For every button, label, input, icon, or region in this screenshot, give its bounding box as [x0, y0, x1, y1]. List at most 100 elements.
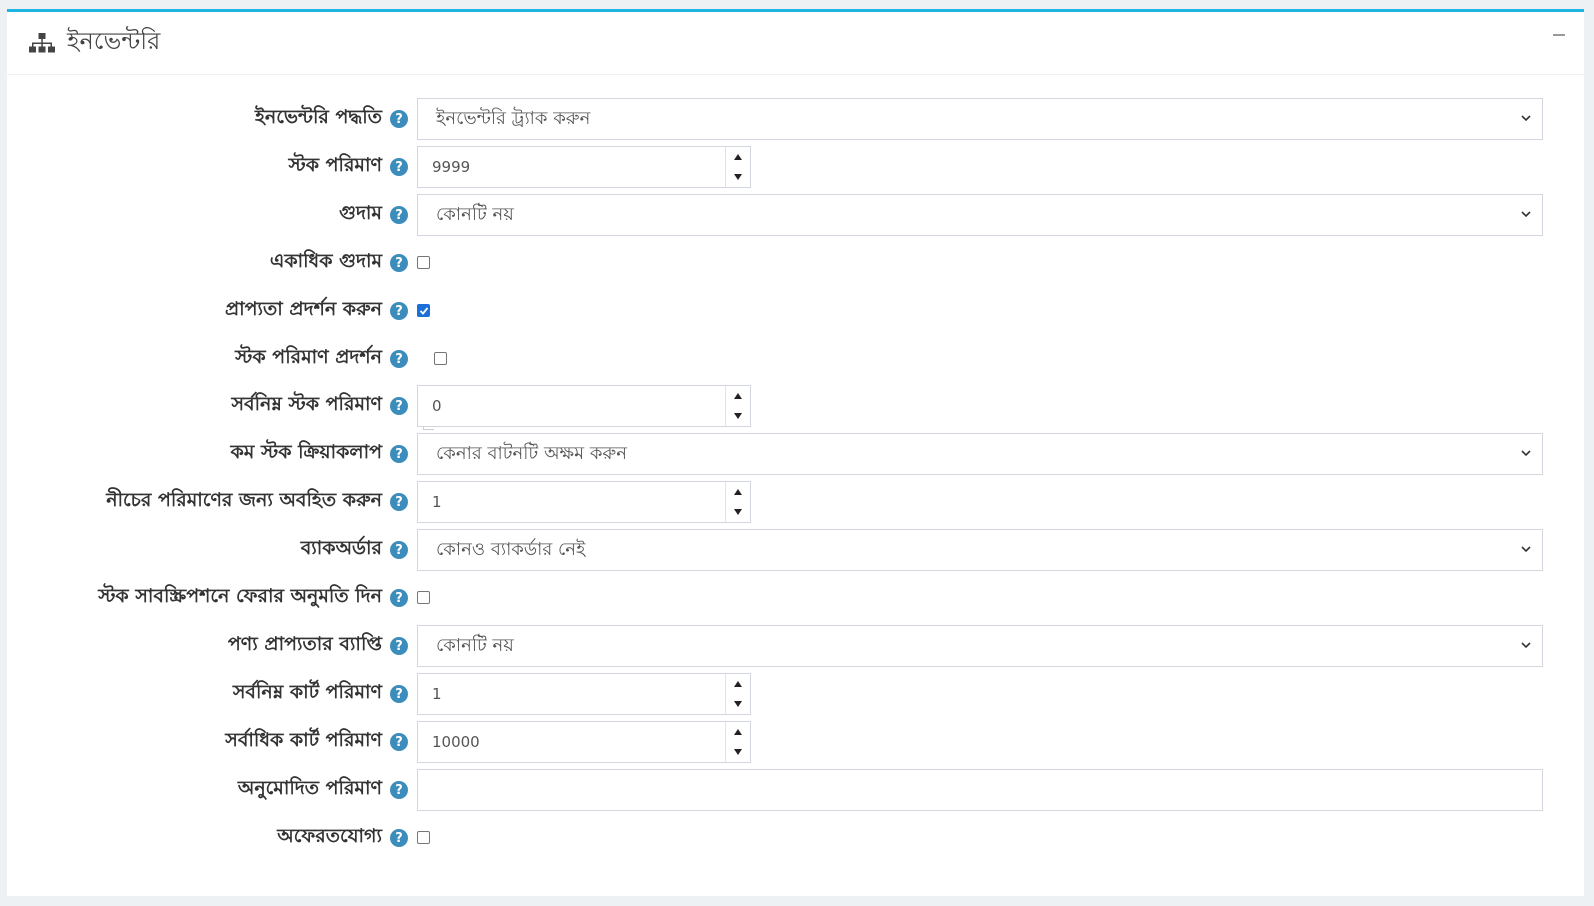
not-returnable-checkbox[interactable]	[417, 831, 430, 844]
help-icon[interactable]: ?	[390, 110, 408, 128]
checkmark-icon	[419, 307, 429, 315]
back-in-stock-subscriptions-label: স্টক সাবস্ক্রিপশনে ফেরার অনুমতি দিন	[98, 585, 382, 607]
display-availability-checkbox[interactable]	[417, 304, 430, 317]
not-returnable-label: অফেরতযোগ্য	[277, 825, 382, 847]
help-icon[interactable]: ?	[390, 685, 408, 703]
stock-quantity-label: স্টক পরিমাণ	[288, 154, 383, 176]
row-min-cart-quantity: সর্বনিম্ন কার্ট পরিমাণ ? 1	[7, 672, 1584, 716]
chevron-down-icon	[1521, 115, 1531, 122]
back-in-stock-subscriptions-checkbox[interactable]	[417, 591, 430, 604]
increment-button[interactable]	[726, 674, 750, 694]
chevron-down-icon	[1521, 211, 1531, 218]
increment-button[interactable]	[726, 386, 750, 406]
allowed-quantities-input[interactable]	[417, 769, 1543, 811]
min-cart-quantity-value: 1	[432, 685, 442, 703]
help-icon[interactable]: ?	[390, 781, 408, 799]
help-icon[interactable]: ?	[390, 637, 408, 655]
row-notify-below-quantity: নীচের পরিমাণের জন্য অবহিত করুন ? 1	[7, 480, 1584, 524]
collapse-button[interactable]	[1552, 28, 1566, 42]
chevron-down-icon	[1521, 450, 1531, 457]
stock-quantity-input[interactable]: 9999	[417, 146, 751, 188]
decrement-button[interactable]	[726, 502, 750, 522]
backorders-label: ব্যাকঅর্ডার	[300, 537, 382, 559]
row-max-cart-quantity: সর্বাধিক কার্ট পরিমাণ ? 10000	[7, 720, 1584, 764]
display-stock-quantity-label: স্টক পরিমাণ প্রদর্শন	[235, 346, 382, 368]
help-icon[interactable]: ?	[390, 302, 408, 320]
triangle-up-icon	[734, 393, 742, 399]
help-icon[interactable]: ?	[390, 445, 408, 463]
warehouse-select[interactable]: কোনটি নয়	[417, 194, 1543, 236]
help-icon[interactable]: ?	[390, 829, 408, 847]
multiple-warehouses-checkbox[interactable]	[417, 256, 430, 269]
min-stock-quantity-value: 0	[432, 397, 442, 415]
row-display-stock-quantity: স্টক পরিমাণ প্রদর্শন ?	[7, 337, 1584, 381]
row-back-in-stock-subscriptions: স্টক সাবস্ক্রিপশনে ফেরার অনুমতি দিন ?	[7, 576, 1584, 620]
help-icon[interactable]: ?	[390, 350, 408, 368]
help-icon[interactable]: ?	[390, 158, 408, 176]
min-cart-quantity-label: সর্বনিম্ন কার্ট পরিমাণ	[232, 681, 382, 703]
triangle-down-icon	[734, 701, 742, 707]
inventory-method-label: ইনভেন্টরি পদ্ধতি	[255, 106, 382, 128]
decrement-button[interactable]	[726, 694, 750, 714]
minus-icon	[1553, 34, 1565, 36]
chevron-down-icon	[1521, 642, 1531, 649]
max-cart-quantity-stepper	[725, 722, 750, 762]
triangle-up-icon	[734, 489, 742, 495]
row-warehouse: গুদাম ? কোনটি নয়	[7, 193, 1584, 237]
warehouse-label: গুদাম	[339, 202, 382, 224]
inventory-method-select[interactable]: ইনভেন্টরি ট্র্যাক করুন	[417, 98, 1543, 140]
low-stock-activity-select[interactable]: কেনার বাটনটি অক্ষম করুন	[417, 433, 1543, 475]
triangle-up-icon	[734, 154, 742, 160]
help-icon[interactable]: ?	[390, 733, 408, 751]
multiple-warehouses-label: একাধিক গুদাম	[269, 250, 382, 272]
triangle-down-icon	[734, 509, 742, 515]
help-icon[interactable]: ?	[390, 493, 408, 511]
min-stock-quantity-label: সর্বনিম্ন স্টক পরিমাণ	[231, 393, 382, 415]
notify-below-quantity-label: নীচের পরিমাণের জন্য অবহিত করুন	[106, 489, 382, 511]
row-backorders: ব্যাকঅর্ডার ? কোনও ব্যাকর্ডার নেই	[7, 528, 1584, 572]
backorders-select[interactable]: কোনও ব্যাকর্ডার নেই	[417, 529, 1543, 571]
increment-button[interactable]	[726, 482, 750, 502]
row-display-availability: প্রাপ্যতা প্রদর্শন করুন ?	[7, 289, 1584, 333]
allowed-quantities-label: অনুমোদিত পরিমাণ	[237, 777, 382, 799]
decrement-button[interactable]	[726, 167, 750, 187]
max-cart-quantity-label: সর্বাধিক কার্ট পরিমাণ	[225, 729, 382, 751]
triangle-up-icon	[734, 681, 742, 687]
increment-button[interactable]	[726, 147, 750, 167]
display-availability-label: প্রাপ্যতা প্রদর্শন করুন	[224, 298, 382, 320]
decrement-button[interactable]	[726, 742, 750, 762]
max-cart-quantity-input[interactable]: 10000	[417, 721, 751, 763]
row-stock-quantity: স্টক পরিমাণ ? 9999	[7, 145, 1584, 189]
row-inventory-method: ইনভেন্টরি পদ্ধতি ? ইনভেন্টরি ট্র্যাক করু…	[7, 97, 1584, 141]
help-icon[interactable]: ?	[390, 254, 408, 272]
inventory-panel: ইনভেন্টরি ইনভেন্টরি পদ্ধতি ? ইনভেন্টরি ট…	[7, 9, 1584, 896]
low-stock-activity-label: কম স্টক ক্রিয়াকলাপ	[230, 441, 383, 463]
help-icon[interactable]: ?	[390, 589, 408, 607]
warehouse-value: কোনটি নয়	[436, 203, 514, 225]
help-icon[interactable]: ?	[390, 541, 408, 559]
display-stock-quantity-checkbox[interactable]	[434, 352, 447, 365]
help-icon[interactable]: ?	[390, 397, 408, 415]
triangle-down-icon	[734, 413, 742, 419]
backorders-value: কোনও ব্যাকর্ডার নেই	[436, 538, 586, 560]
row-multiple-warehouses: একাধিক গুদাম ?	[7, 241, 1584, 285]
triangle-down-icon	[734, 749, 742, 755]
decrement-button[interactable]	[726, 406, 750, 426]
stock-quantity-value: 9999	[432, 158, 471, 176]
increment-button[interactable]	[726, 722, 750, 742]
product-availability-range-select[interactable]: কোনটি নয়	[417, 625, 1543, 667]
product-availability-range-value: কোনটি নয়	[436, 634, 514, 656]
min-stock-quantity-input[interactable]: 0	[417, 385, 751, 427]
min-stock-quantity-stepper	[725, 386, 750, 426]
chevron-down-icon	[1521, 546, 1531, 553]
help-icon[interactable]: ?	[390, 206, 408, 224]
min-cart-quantity-stepper	[725, 674, 750, 714]
row-min-stock-quantity: সর্বনিম্ন স্টক পরিমাণ ? 0	[7, 384, 1584, 428]
product-availability-range-label: পণ্য প্রাপ্যতার ব্যাপ্তি	[227, 633, 382, 655]
notify-below-quantity-input[interactable]: 1	[417, 481, 751, 523]
inventory-method-value: ইনভেন্টরি ট্র্যাক করুন	[436, 107, 591, 129]
triangle-up-icon	[734, 729, 742, 735]
min-cart-quantity-input[interactable]: 1	[417, 673, 751, 715]
panel-header: ইনভেন্টরি	[7, 12, 1584, 75]
notify-below-quantity-value: 1	[432, 493, 442, 511]
